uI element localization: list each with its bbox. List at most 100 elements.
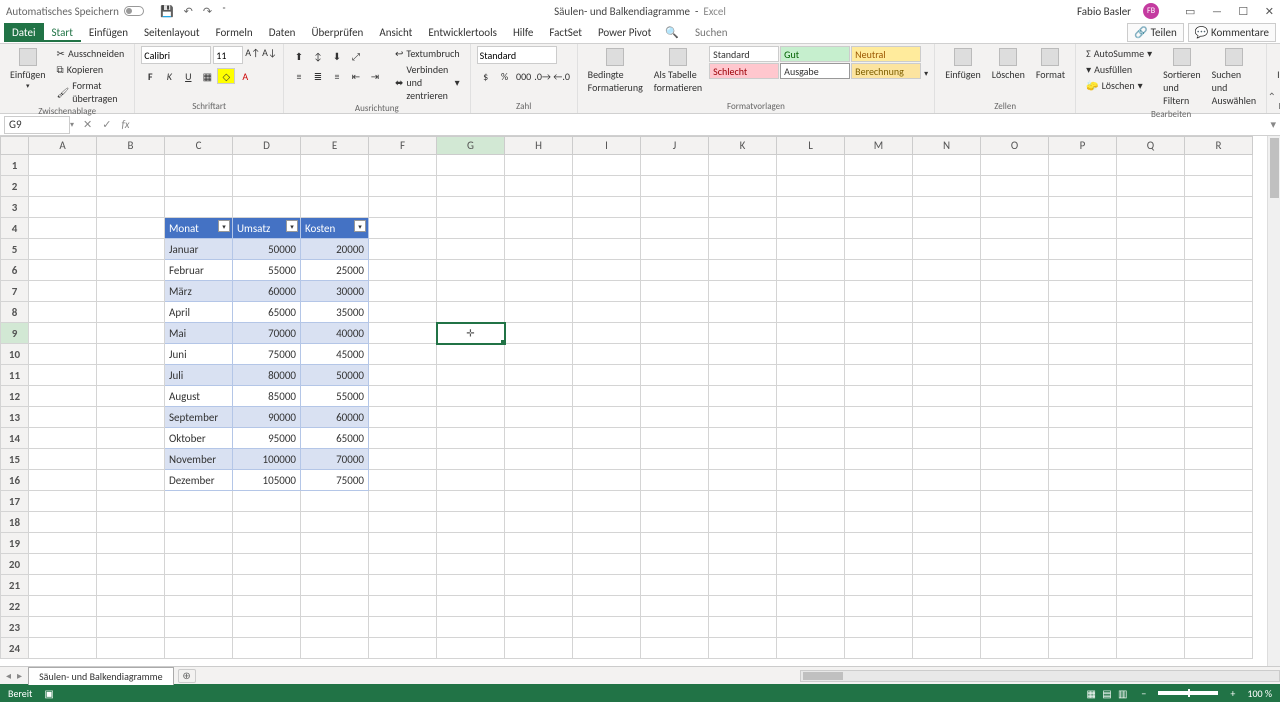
cell-D8[interactable]: 65000	[233, 302, 301, 323]
cell-R6[interactable]	[1185, 260, 1253, 281]
cell-M16[interactable]	[845, 470, 913, 491]
cell-D18[interactable]	[233, 512, 301, 533]
cell-P19[interactable]	[1049, 533, 1117, 554]
formula-input[interactable]	[139, 118, 1267, 131]
cell-E1[interactable]	[301, 155, 369, 176]
inc-decimal-icon[interactable]: .0→	[534, 68, 552, 84]
copy-button[interactable]: ⧉ Kopieren	[53, 62, 129, 77]
cell-B13[interactable]	[97, 407, 165, 428]
cell-P24[interactable]	[1049, 638, 1117, 659]
cell-I9[interactable]	[573, 323, 641, 344]
cell-I20[interactable]	[573, 554, 641, 575]
row-header-12[interactable]: 12	[1, 386, 29, 407]
page-layout-view-icon[interactable]: ▤	[1102, 687, 1111, 700]
cell-P18[interactable]	[1049, 512, 1117, 533]
cell-M14[interactable]	[845, 428, 913, 449]
indent-dec-icon[interactable]: ⇤	[347, 68, 365, 84]
cell-A19[interactable]	[29, 533, 97, 554]
cell-I16[interactable]	[573, 470, 641, 491]
tab-ueberpruefen[interactable]: Überprüfen	[303, 23, 371, 42]
cell-N17[interactable]	[913, 491, 981, 512]
cell-B21[interactable]	[97, 575, 165, 596]
row-header-22[interactable]: 22	[1, 596, 29, 617]
cell-K6[interactable]	[709, 260, 777, 281]
cell-O18[interactable]	[981, 512, 1049, 533]
cell-I15[interactable]	[573, 449, 641, 470]
cell-A5[interactable]	[29, 239, 97, 260]
cell-M1[interactable]	[845, 155, 913, 176]
col-header-N[interactable]: N	[913, 137, 981, 155]
cell-J11[interactable]	[641, 365, 709, 386]
cell-Q14[interactable]	[1117, 428, 1185, 449]
cell-F11[interactable]	[369, 365, 437, 386]
cell-I19[interactable]	[573, 533, 641, 554]
cell-L12[interactable]	[777, 386, 845, 407]
minimize-icon[interactable]: —	[1212, 5, 1222, 18]
cell-J6[interactable]	[641, 260, 709, 281]
cell-E16[interactable]: 75000	[301, 470, 369, 491]
cell-P23[interactable]	[1049, 617, 1117, 638]
cell-C11[interactable]: Juli	[165, 365, 233, 386]
cell-B16[interactable]	[97, 470, 165, 491]
cell-G20[interactable]	[437, 554, 505, 575]
cell-Q3[interactable]	[1117, 197, 1185, 218]
cell-M22[interactable]	[845, 596, 913, 617]
select-all-corner[interactable]	[1, 137, 29, 155]
cell-N6[interactable]	[913, 260, 981, 281]
fill-button[interactable]: ▾ Ausfüllen	[1082, 62, 1156, 77]
format-painter-button[interactable]: 🖌 Format übertragen	[53, 78, 129, 106]
cell-K20[interactable]	[709, 554, 777, 575]
cell-N24[interactable]	[913, 638, 981, 659]
cell-C5[interactable]: Januar	[165, 239, 233, 260]
cell-B14[interactable]	[97, 428, 165, 449]
cell-I24[interactable]	[573, 638, 641, 659]
cell-Q6[interactable]	[1117, 260, 1185, 281]
dec-decimal-icon[interactable]: ←.0	[553, 68, 571, 84]
cell-N1[interactable]	[913, 155, 981, 176]
cell-Q4[interactable]	[1117, 218, 1185, 239]
align-center-icon[interactable]: ≣	[309, 68, 327, 84]
cell-K5[interactable]	[709, 239, 777, 260]
cell-B3[interactable]	[97, 197, 165, 218]
format-as-table-button[interactable]: Als Tabelle formatieren	[650, 46, 706, 96]
cell-F3[interactable]	[369, 197, 437, 218]
cell-M11[interactable]	[845, 365, 913, 386]
cell-I3[interactable]	[573, 197, 641, 218]
cell-D23[interactable]	[233, 617, 301, 638]
cell-Q21[interactable]	[1117, 575, 1185, 596]
row-header-18[interactable]: 18	[1, 512, 29, 533]
cell-I23[interactable]	[573, 617, 641, 638]
cell-J7[interactable]	[641, 281, 709, 302]
row-header-19[interactable]: 19	[1, 533, 29, 554]
cell-P2[interactable]	[1049, 176, 1117, 197]
cell-K2[interactable]	[709, 176, 777, 197]
cell-K18[interactable]	[709, 512, 777, 533]
cell-K23[interactable]	[709, 617, 777, 638]
indent-inc-icon[interactable]: ⇥	[366, 68, 384, 84]
cell-N19[interactable]	[913, 533, 981, 554]
col-header-H[interactable]: H	[505, 137, 573, 155]
format-cells-button[interactable]: Format	[1032, 46, 1069, 83]
filter-icon[interactable]: ▾	[286, 220, 298, 232]
zoom-in-icon[interactable]: +	[1230, 687, 1235, 700]
cell-R21[interactable]	[1185, 575, 1253, 596]
name-box[interactable]: G9	[4, 116, 70, 134]
cell-L14[interactable]	[777, 428, 845, 449]
cell-N9[interactable]	[913, 323, 981, 344]
cell-L5[interactable]	[777, 239, 845, 260]
cell-A11[interactable]	[29, 365, 97, 386]
align-left-icon[interactable]: ≡	[290, 68, 308, 84]
cell-P21[interactable]	[1049, 575, 1117, 596]
cell-A18[interactable]	[29, 512, 97, 533]
cell-A10[interactable]	[29, 344, 97, 365]
sheet-tab[interactable]: Säulen- und Balkendiagramme	[28, 667, 174, 685]
cell-Q1[interactable]	[1117, 155, 1185, 176]
cell-A20[interactable]	[29, 554, 97, 575]
cell-B6[interactable]	[97, 260, 165, 281]
cell-E21[interactable]	[301, 575, 369, 596]
autosum-button[interactable]: Σ AutoSumme ▾	[1082, 46, 1156, 61]
cell-K19[interactable]	[709, 533, 777, 554]
cell-M18[interactable]	[845, 512, 913, 533]
conditional-format-button[interactable]: Bedingte Formatierung	[584, 46, 647, 96]
cell-M19[interactable]	[845, 533, 913, 554]
